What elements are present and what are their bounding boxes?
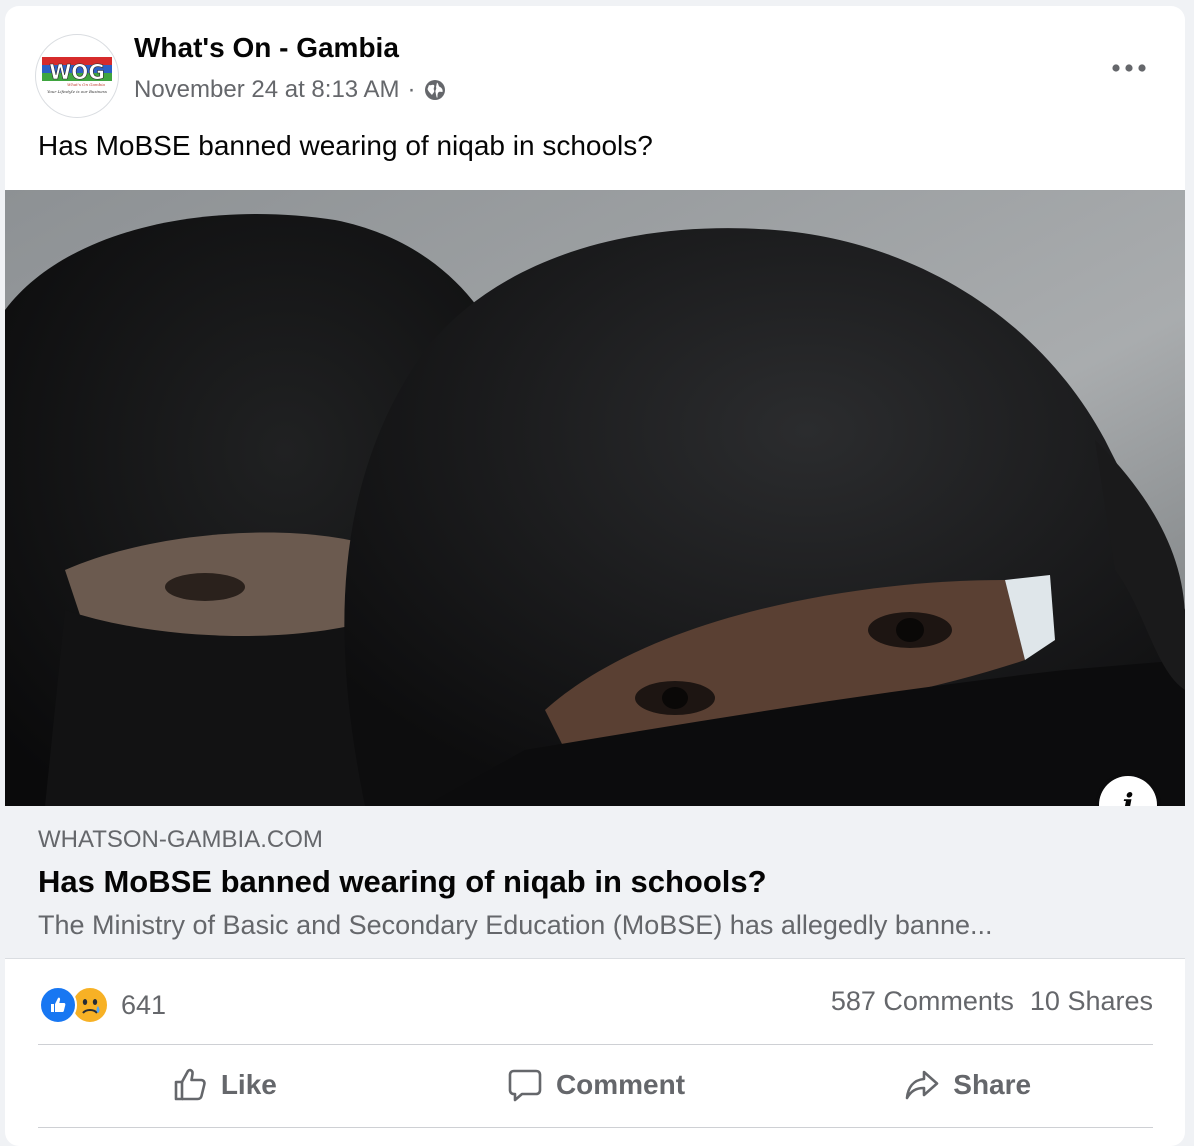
page-name[interactable]: What's On - Gambia [134,32,399,64]
like-label: Like [220,1069,277,1100]
link-title: Has MoBSE banned wearing of niqab in sch… [38,864,767,899]
post-text: Has MoBSE banned wearing of niqab in sch… [38,130,653,161]
reaction-count: 641 [121,989,167,1020]
thumbs-up-icon [174,1068,206,1101]
action-bar: Like Comment Share [38,1054,1153,1116]
post-meta: November 24 at 8:13 AM · [134,76,447,104]
logo-letters: WOG [49,60,104,84]
bottom-divider [38,1127,1153,1128]
like-icon [39,986,77,1024]
post-timestamp[interactable]: November 24 at 8:13 AM [134,76,399,104]
post-image[interactable] [5,190,1185,806]
engagement-stats: 587 Comments 10 Shares [831,986,1153,1017]
divider [38,1044,1153,1045]
post-card: WOG What's On Gambia Your Lifestyle is o… [5,6,1185,1146]
link-preview[interactable]: WHATSON-GAMBIA.COM Has MoBSE banned wear… [5,806,1185,959]
page-avatar[interactable]: WOG What's On Gambia Your Lifestyle is o… [35,34,119,118]
share-button[interactable]: Share [781,1054,1153,1116]
comments-count[interactable]: 587 Comments [831,986,1014,1017]
logo-tagline: Your Lifestyle is our Business [47,89,107,94]
more-options-button[interactable] [1109,48,1149,88]
reactions-summary[interactable]: 641 [39,986,166,1024]
meta-separator: · [407,76,416,103]
like-button[interactable]: Like [38,1054,410,1116]
globe-icon[interactable] [423,78,447,102]
logo-script: What's On Gambia [67,82,105,87]
comment-button[interactable]: Comment [410,1054,782,1116]
comment-icon [508,1069,542,1102]
comment-label: Comment [555,1069,686,1100]
wog-logo: WOG What's On Gambia Your Lifestyle is o… [42,57,112,94]
share-arrow-icon [905,1070,939,1100]
share-label: Share [953,1069,1032,1100]
link-description: The Ministry of Basic and Secondary Educ… [38,910,993,940]
link-domain: WHATSON-GAMBIA.COM [38,826,323,853]
more-icon [1112,64,1146,72]
shares-count[interactable]: 10 Shares [1030,986,1153,1017]
niqab-photo [5,190,1185,806]
